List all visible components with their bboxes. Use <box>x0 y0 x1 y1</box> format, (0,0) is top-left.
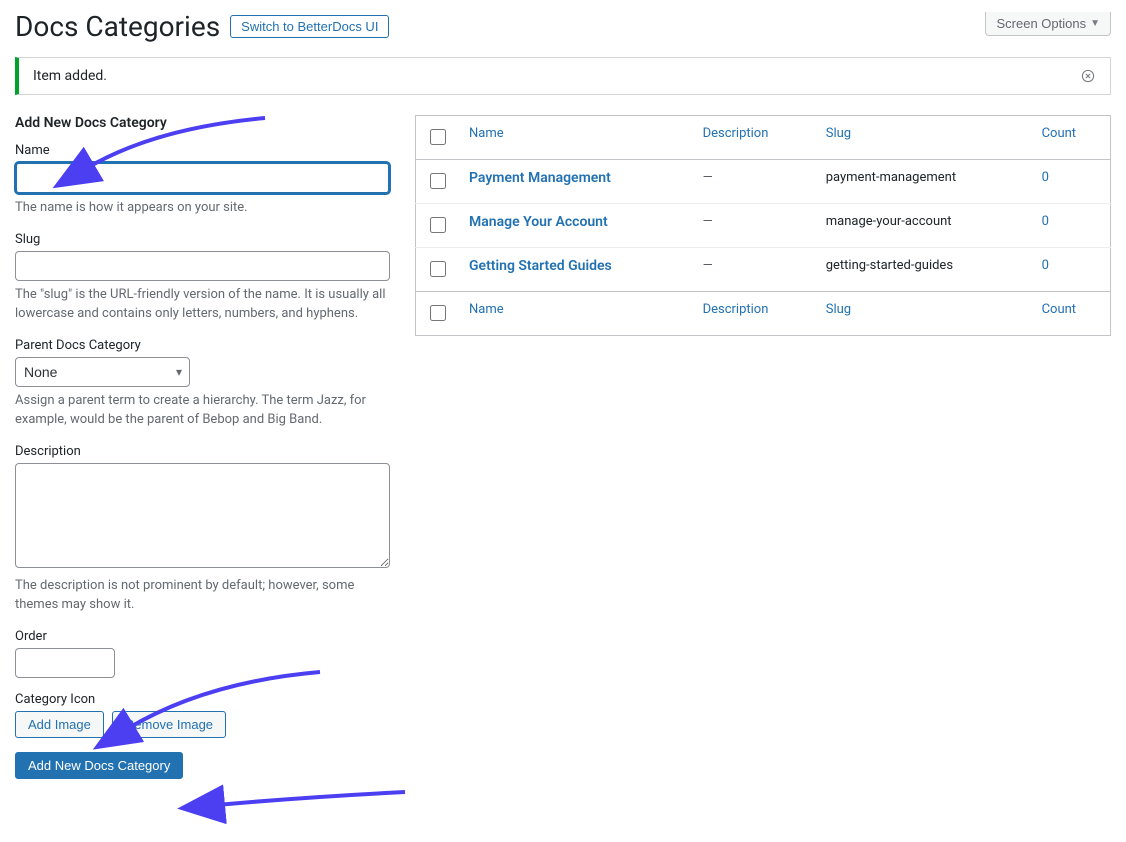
row-slug: payment-management <box>826 170 956 185</box>
submit-button[interactable]: Add New Docs Category <box>15 752 183 779</box>
select-all-bottom-checkbox[interactable] <box>430 305 446 321</box>
description-textarea[interactable] <box>15 463 390 568</box>
slug-help: The "slug" is the URL-friendly version o… <box>15 285 390 324</box>
col-description-header[interactable]: Description <box>703 126 769 141</box>
parent-help: Assign a parent term to create a hierarc… <box>15 391 390 430</box>
col-slug-footer[interactable]: Slug <box>826 302 851 317</box>
table-row: Manage Your Account — manage-your-accoun… <box>416 204 1111 248</box>
order-input[interactable] <box>15 648 115 678</box>
order-label: Order <box>15 629 390 644</box>
name-label: Name <box>15 143 390 158</box>
categories-table: Name Description Slug Count Payment Mana… <box>415 115 1111 336</box>
add-image-button[interactable]: Add Image <box>15 711 104 738</box>
select-all-top-checkbox[interactable] <box>430 129 446 145</box>
row-description: — <box>703 258 713 273</box>
description-help: The description is not prominent by defa… <box>15 576 390 615</box>
close-icon[interactable] <box>1080 68 1096 84</box>
col-count-header[interactable]: Count <box>1042 126 1076 141</box>
row-count-link[interactable]: 0 <box>1042 214 1049 229</box>
form-heading: Add New Docs Category <box>15 115 390 131</box>
page-title: Docs Categories <box>15 6 220 47</box>
row-count-link[interactable]: 0 <box>1042 170 1049 185</box>
slug-label: Slug <box>15 232 390 247</box>
row-checkbox[interactable] <box>430 217 446 233</box>
col-count-footer[interactable]: Count <box>1042 302 1076 317</box>
row-description: — <box>703 170 713 185</box>
row-count-link[interactable]: 0 <box>1042 258 1049 273</box>
row-slug: getting-started-guides <box>826 258 953 273</box>
chevron-down-icon: ▼ <box>1090 18 1100 29</box>
row-checkbox[interactable] <box>430 173 446 189</box>
col-slug-header[interactable]: Slug <box>826 126 851 141</box>
screen-options-button[interactable]: Screen Options ▼ <box>985 12 1111 36</box>
name-help: The name is how it appears on your site. <box>15 198 390 218</box>
parent-label: Parent Docs Category <box>15 338 390 353</box>
row-name-link[interactable]: Manage Your Account <box>469 214 608 230</box>
description-label: Description <box>15 444 390 459</box>
row-slug: manage-your-account <box>826 214 952 229</box>
notice-text: Item added. <box>33 68 107 84</box>
remove-image-button[interactable]: Remove Image <box>112 711 226 738</box>
name-input[interactable] <box>15 162 390 194</box>
slug-input[interactable] <box>15 251 390 281</box>
row-name-link[interactable]: Getting Started Guides <box>469 258 612 274</box>
col-name-footer[interactable]: Name <box>469 302 504 317</box>
table-row: Payment Management — payment-management … <box>416 160 1111 204</box>
parent-select[interactable]: None <box>15 357 190 387</box>
row-checkbox[interactable] <box>430 261 446 277</box>
row-name-link[interactable]: Payment Management <box>469 170 611 186</box>
col-description-footer[interactable]: Description <box>703 302 769 317</box>
screen-options-label: Screen Options <box>996 16 1086 31</box>
switch-ui-button[interactable]: Switch to BetterDocs UI <box>230 15 389 38</box>
category-icon-label: Category Icon <box>15 692 390 707</box>
col-name-header[interactable]: Name <box>469 126 504 141</box>
table-row: Getting Started Guides — getting-started… <box>416 248 1111 292</box>
row-description: — <box>703 214 713 229</box>
admin-notice: Item added. <box>15 57 1111 95</box>
